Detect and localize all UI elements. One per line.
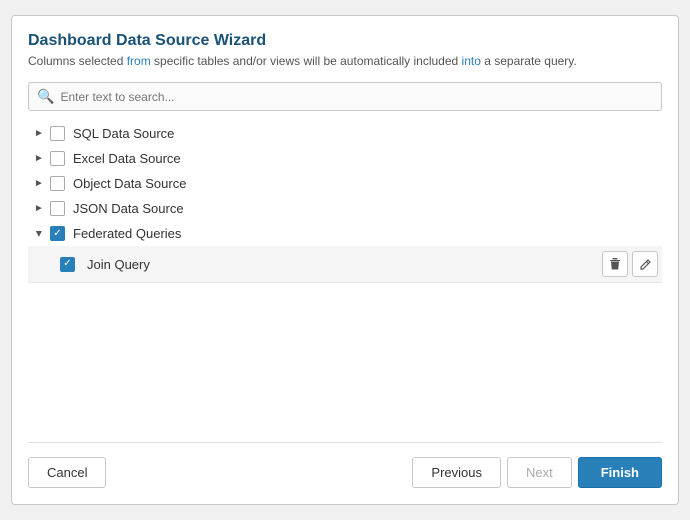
previous-button[interactable]: Previous — [412, 457, 501, 488]
subtitle-from: from — [127, 54, 151, 68]
label-sql: SQL Data Source — [73, 126, 174, 141]
search-icon: 🔍 — [37, 88, 54, 105]
expand-arrow-json: ► — [32, 202, 46, 216]
expand-arrow-sql: ► — [32, 127, 46, 141]
label-excel: Excel Data Source — [73, 151, 181, 166]
finish-button[interactable]: Finish — [578, 457, 662, 488]
wizard-title: Dashboard Data Source Wizard — [28, 32, 662, 50]
tree-item-federated[interactable]: ► Federated Queries — [28, 221, 662, 246]
checkbox-object[interactable] — [50, 176, 65, 191]
checkbox-federated[interactable] — [50, 226, 65, 241]
checkbox-json[interactable] — [50, 201, 65, 216]
wizard-container: Dashboard Data Source Wizard Columns sel… — [11, 15, 679, 505]
wizard-subtitle: Columns selected from specific tables an… — [28, 54, 662, 68]
tree-list: ► SQL Data Source ► Excel Data Source ► … — [28, 121, 662, 432]
search-box: 🔍 — [28, 82, 662, 111]
checkbox-join-query[interactable] — [60, 257, 75, 272]
edit-join-query-button[interactable] — [632, 251, 658, 277]
expand-arrow-excel: ► — [32, 152, 46, 166]
search-input[interactable] — [60, 90, 653, 104]
child-item-actions — [602, 251, 658, 277]
child-item-join-query: Join Query — [28, 246, 662, 283]
delete-join-query-button[interactable] — [602, 251, 628, 277]
expand-arrow-federated: ► — [32, 227, 46, 241]
tree-item-sql[interactable]: ► SQL Data Source — [28, 121, 662, 146]
label-object: Object Data Source — [73, 176, 186, 191]
subtitle-middle: specific tables and/or views will be aut… — [151, 54, 462, 68]
expand-arrow-object: ► — [32, 177, 46, 191]
tree-item-excel[interactable]: ► Excel Data Source — [28, 146, 662, 171]
subtitle-after: a separate query. — [481, 54, 577, 68]
tree-item-object[interactable]: ► Object Data Source — [28, 171, 662, 196]
next-button[interactable]: Next — [507, 457, 572, 488]
checkbox-excel[interactable] — [50, 151, 65, 166]
cancel-button[interactable]: Cancel — [28, 457, 106, 488]
subtitle-text-before: Columns selected — [28, 54, 127, 68]
label-federated: Federated Queries — [73, 226, 181, 241]
wizard-footer: Cancel Previous Next Finish — [28, 442, 662, 488]
tree-item-json[interactable]: ► JSON Data Source — [28, 196, 662, 221]
label-json: JSON Data Source — [73, 201, 184, 216]
join-query-label: Join Query — [87, 257, 602, 272]
subtitle-into: into — [462, 54, 481, 68]
checkbox-sql[interactable] — [50, 126, 65, 141]
